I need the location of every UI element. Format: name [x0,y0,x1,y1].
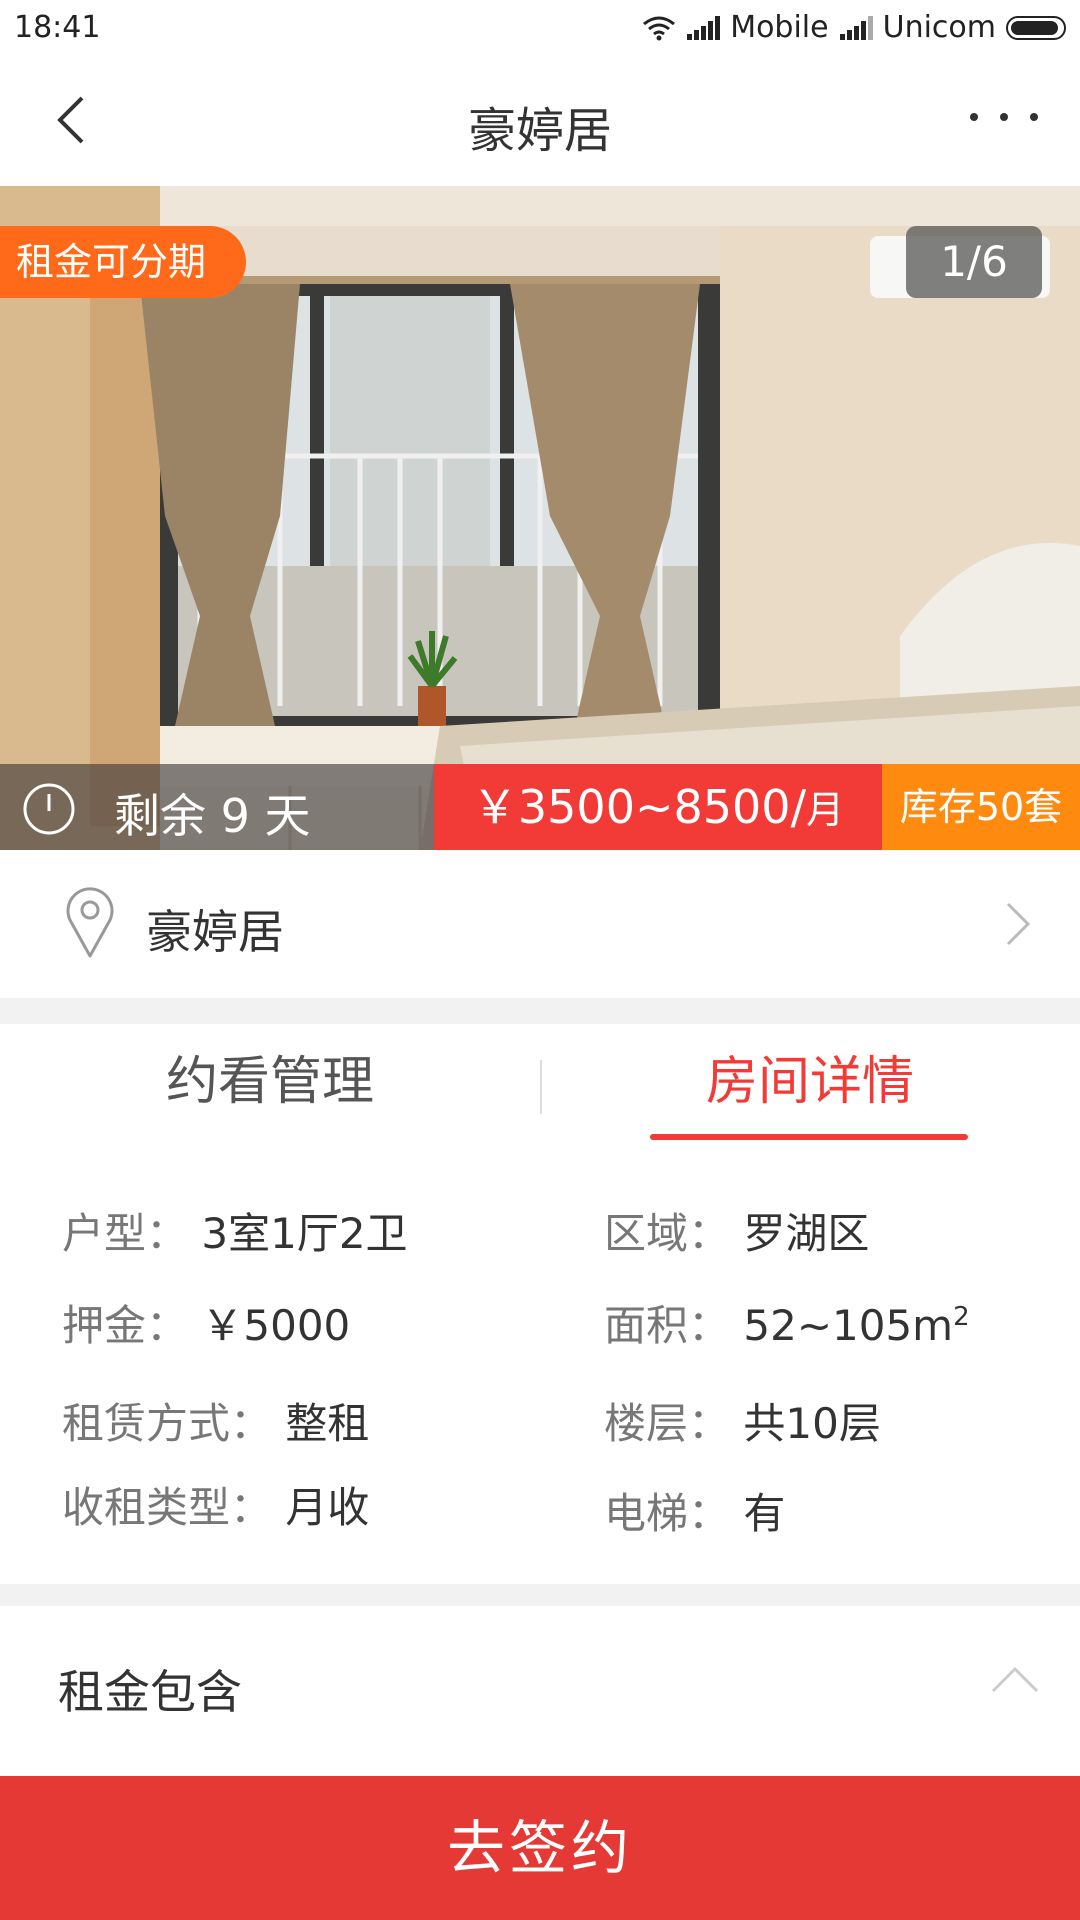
tab-room-details[interactable]: 房间详情 [540,1024,1080,1140]
sign-contract-button[interactable]: 去签约 [0,1776,1080,1920]
detail-value: ￥5000 [201,1301,351,1350]
chevron-up-icon[interactable] [990,1664,1040,1694]
status-bar: 18:41 Mobile Unicom [0,0,1080,56]
page-title: 豪婷居 [467,103,612,159]
price-unit: 月 [806,788,845,832]
detail-label: 租赁方式： [62,1399,273,1448]
more-horizontal-icon[interactable] [964,102,1044,132]
carrier-mobile: Mobile [730,10,829,45]
room-details: 户型： 3室1厅2卫 区域： 罗湖区 押金： ￥5000 面积： 52~105m… [0,1140,1080,1584]
nav-bar: 豪婷居 [0,56,1080,186]
location-pin-icon [66,887,114,958]
section-divider [0,998,1080,1024]
wifi-icon [643,16,676,40]
detail-rent-type: 收租类型： 月收 [62,1474,369,1535]
stock-badge: 库存50套 [882,764,1080,850]
hero-info-bar: 剩余 9 天 ￥3500~8500/月 库存50套 [0,764,1080,850]
status-time: 18:41 [14,10,101,45]
price-range: ￥3500~8500/月 [434,764,882,850]
detail-elevator: 电梯： 有 [604,1480,785,1541]
detail-label: 区域： [604,1209,731,1258]
chevron-right-icon [1006,902,1031,946]
detail-label: 收租类型： [62,1483,273,1532]
detail-lease-type: 租赁方式： 整租 [62,1390,369,1451]
detail-value: 3室1厅2卫 [201,1209,408,1258]
price-value: ￥3500~8500/ [471,780,807,834]
section-divider [0,1584,1080,1606]
detail-floor: 楼层： 共10层 [604,1390,881,1451]
countdown: 剩余 9 天 [0,764,434,850]
signal-icon [687,15,721,40]
detail-value: 共10层 [743,1399,881,1448]
rent-includes-section[interactable]: 租金包含 [0,1606,1080,1776]
detail-label: 电梯： [604,1489,731,1538]
location-name: 豪婷居 [146,905,284,959]
tab-viewing-management[interactable]: 约看管理 [0,1024,540,1140]
carrier-unicom: Unicom [882,10,996,45]
detail-label: 楼层： [604,1399,731,1448]
detail-layout: 户型： 3室1厅2卫 [62,1200,408,1261]
installment-badge: 租金可分期 [0,226,247,298]
room-photo-carousel[interactable]: 租金可分期 1/6 剩余 9 天 ￥3500~8500/月 库存50套 [0,186,1080,850]
detail-area: 面积： 52~105m2 [604,1292,970,1353]
area-superscript: 2 [953,1302,970,1332]
detail-label: 户型： [62,1209,189,1258]
detail-value: 整租 [285,1399,370,1448]
detail-value: 月收 [285,1483,370,1532]
detail-district: 区域： 罗湖区 [604,1200,869,1261]
detail-value: 罗湖区 [743,1209,870,1258]
signal-icon [839,15,873,40]
detail-deposit: 押金： ￥5000 [62,1292,350,1353]
photo-counter: 1/6 [906,226,1042,298]
detail-label: 面积： [604,1301,731,1350]
clock-icon [23,783,75,835]
battery-icon [1006,15,1066,40]
rent-includes-title: 租金包含 [58,1665,242,1719]
location-row[interactable]: 豪婷居 [0,850,1080,998]
tab-bar: 约看管理 房间详情 [0,1024,1080,1140]
detail-value: 52~105m [743,1301,954,1350]
countdown-text: 剩余 9 天 [114,789,311,843]
status-indicators: Mobile Unicom [642,10,1066,45]
detail-value: 有 [743,1489,786,1538]
detail-label: 押金： [62,1301,189,1350]
